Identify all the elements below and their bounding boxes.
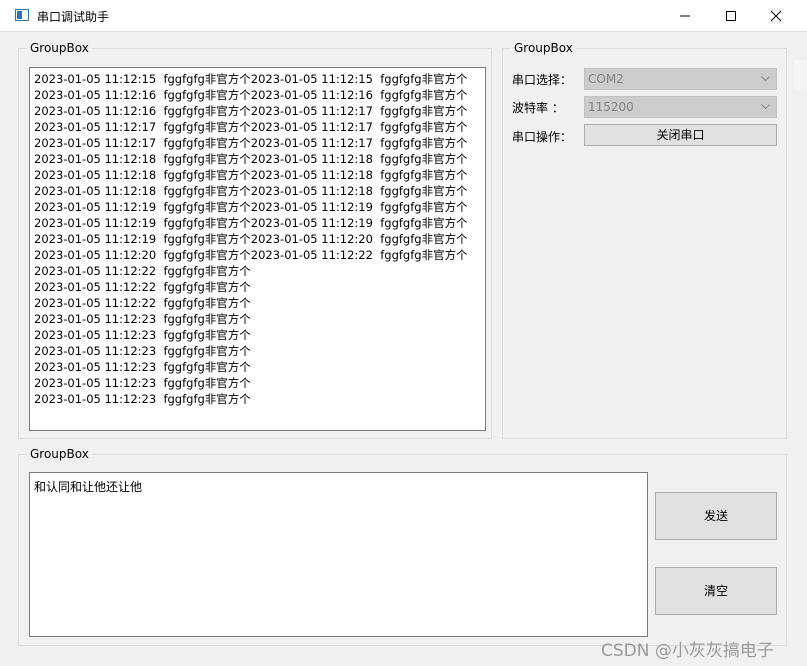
log-line: 2023-01-05 11:12:16 fggfgfg非官方个2023-01-0…	[34, 88, 468, 102]
log-line: 2023-01-05 11:12:20 fggfgfg非官方个2023-01-0…	[34, 248, 468, 262]
title-bar: 串口调试助手	[0, 0, 807, 32]
app-icon	[15, 9, 29, 21]
log-line: 2023-01-05 11:12:22 fggfgfg非官方个	[34, 264, 251, 278]
log-line: 2023-01-05 11:12:23 fggfgfg非官方个	[34, 360, 251, 374]
port-label: 串口选择：	[512, 73, 573, 87]
baud-label: 波特率 ：	[512, 101, 564, 115]
window-edge	[794, 60, 807, 90]
receive-log: 2023-01-05 11:12:15 fggfgfg非官方个2023-01-0…	[34, 71, 468, 407]
clear-button[interactable]: 清空	[655, 567, 777, 615]
maximize-icon	[726, 11, 736, 21]
chevron-down-icon	[761, 104, 770, 110]
log-line: 2023-01-05 11:12:19 fggfgfg非官方个2023-01-0…	[34, 216, 468, 230]
baud-select-value: 115200	[588, 100, 634, 114]
chevron-down-icon	[761, 76, 770, 82]
log-line: 2023-01-05 11:12:23 fggfgfg非官方个	[34, 392, 251, 406]
receive-groupbox-title: GroupBox	[27, 40, 92, 56]
log-line: 2023-01-05 11:12:19 fggfgfg非官方个2023-01-0…	[34, 232, 468, 246]
log-line: 2023-01-05 11:12:23 fggfgfg非官方个	[34, 344, 251, 358]
minimize-button[interactable]	[662, 0, 708, 31]
log-line: 2023-01-05 11:12:17 fggfgfg非官方个2023-01-0…	[34, 120, 468, 134]
log-line: 2023-01-05 11:12:23 fggfgfg非官方个	[34, 312, 251, 326]
send-groupbox-title: GroupBox	[27, 446, 92, 462]
close-button[interactable]	[753, 0, 799, 31]
operation-label: 串口操作：	[512, 130, 573, 144]
port-select-value: COM2	[588, 72, 624, 86]
close-icon	[770, 10, 782, 22]
maximize-button[interactable]	[708, 0, 754, 31]
send-text-value: 和认同和让他还让他	[34, 480, 143, 494]
port-select[interactable]: COM2	[584, 68, 777, 90]
baud-select[interactable]: 115200	[584, 96, 777, 118]
log-line: 2023-01-05 11:12:23 fggfgfg非官方个	[34, 328, 251, 342]
serial-groupbox-title: GroupBox	[511, 40, 576, 56]
window-title: 串口调试助手	[37, 10, 110, 24]
log-line: 2023-01-05 11:12:17 fggfgfg非官方个2023-01-0…	[34, 136, 468, 150]
log-line: 2023-01-05 11:12:16 fggfgfg非官方个2023-01-0…	[34, 104, 468, 118]
log-line: 2023-01-05 11:12:19 fggfgfg非官方个2023-01-0…	[34, 200, 468, 214]
log-line: 2023-01-05 11:12:15 fggfgfg非官方个2023-01-0…	[34, 72, 468, 86]
receive-text-area[interactable]: 2023-01-05 11:12:15 fggfgfg非官方个2023-01-0…	[29, 67, 486, 431]
log-line: 2023-01-05 11:12:23 fggfgfg非官方个	[34, 376, 251, 390]
log-line: 2023-01-05 11:12:22 fggfgfg非官方个	[34, 296, 251, 310]
minimize-icon	[680, 15, 690, 17]
log-line: 2023-01-05 11:12:22 fggfgfg非官方个	[34, 280, 251, 294]
send-text-input[interactable]: 和认同和让他还让他	[29, 472, 648, 637]
send-button[interactable]: 发送	[655, 492, 777, 540]
log-line: 2023-01-05 11:12:18 fggfgfg非官方个2023-01-0…	[34, 168, 468, 182]
close-port-button[interactable]: 关闭串口	[584, 124, 777, 146]
log-line: 2023-01-05 11:12:18 fggfgfg非官方个2023-01-0…	[34, 152, 468, 166]
log-line: 2023-01-05 11:12:18 fggfgfg非官方个2023-01-0…	[34, 184, 468, 198]
watermark: CSDN @小灰灰搞电子	[601, 641, 774, 661]
